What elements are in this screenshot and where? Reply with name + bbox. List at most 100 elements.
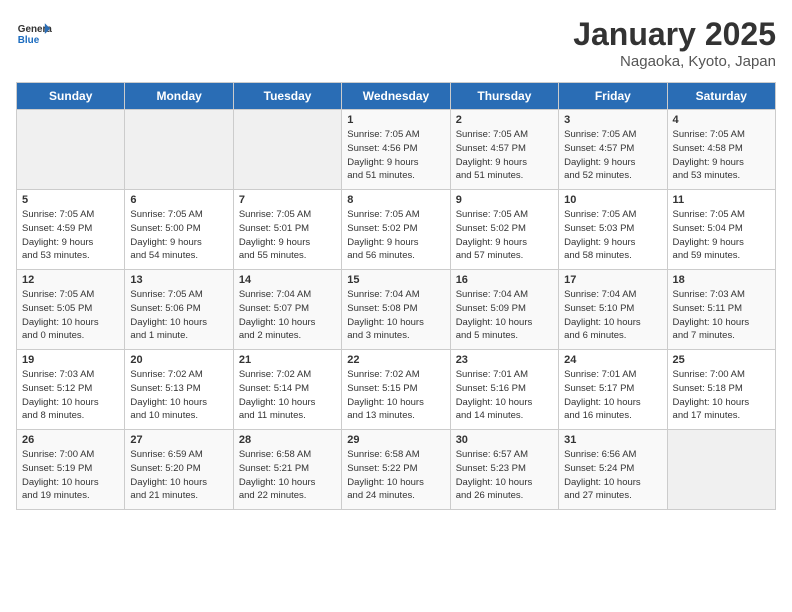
- day-info: Sunrise: 7:05 AM Sunset: 5:02 PM Dayligh…: [456, 208, 553, 263]
- calendar-title: January 2025: [573, 16, 776, 53]
- day-number: 16: [456, 274, 553, 286]
- day-number: 7: [239, 194, 336, 206]
- day-info: Sunrise: 6:58 AM Sunset: 5:21 PM Dayligh…: [239, 448, 336, 503]
- calendar-day-cell: 3Sunrise: 7:05 AM Sunset: 4:57 PM Daylig…: [559, 110, 667, 190]
- day-info: Sunrise: 6:58 AM Sunset: 5:22 PM Dayligh…: [347, 448, 444, 503]
- calendar-day-cell: 16 Sunrise: 7:04 AM Sunset: 5:09 PM Dayli…: [450, 270, 558, 350]
- calendar-day-cell: 9Sunrise: 7:05 AM Sunset: 5:02 PM Daylig…: [450, 190, 558, 270]
- calendar-day-cell: 1Sunrise: 7:05 AM Sunset: 4:56 PM Daylig…: [342, 110, 450, 190]
- calendar-day-cell: 8 Sunrise: 7:05 AM Sunset: 5:02 PM Daylig…: [342, 190, 450, 270]
- title-block: January 2025 Nagaoka, Kyoto, Japan: [573, 16, 776, 70]
- calendar-body: 1Sunrise: 7:05 AM Sunset: 4:56 PM Daylig…: [17, 110, 776, 510]
- calendar-day-cell: 12Sunrise: 7:05 AM Sunset: 5:05 PM Dayli…: [17, 270, 125, 350]
- day-info: Sunrise: 7:05 AM Sunset: 4:57 PM Dayligh…: [456, 128, 553, 183]
- logo-icon: General Blue: [16, 16, 52, 52]
- weekday-header-cell: Sunday: [17, 83, 125, 110]
- calendar-day-cell: 28 Sunrise: 6:58 AM Sunset: 5:21 PM Dayli…: [233, 430, 341, 510]
- calendar-day-cell: 21Sunrise: 7:02 AM Sunset: 5:14 PM Dayli…: [233, 350, 341, 430]
- day-number: 21: [239, 354, 336, 366]
- day-info: Sunrise: 7:05 AM Sunset: 5:00 PM Dayligh…: [130, 208, 227, 263]
- logo: General Blue: [16, 16, 52, 52]
- day-info: Sunrise: 7:03 AM Sunset: 5:12 PM Dayligh…: [22, 368, 119, 423]
- day-number: 29: [347, 434, 444, 446]
- day-number: 11: [673, 194, 770, 206]
- day-info: Sunrise: 6:57 AM Sunset: 5:23 PM Dayligh…: [456, 448, 553, 503]
- day-number: 17: [564, 274, 661, 286]
- calendar-day-cell: 19 Sunrise: 7:03 AM Sunset: 5:12 PM Dayli…: [17, 350, 125, 430]
- day-info: Sunrise: 7:00 AM Sunset: 5:19 PM Dayligh…: [22, 448, 119, 503]
- calendar-day-cell: 14Sunrise: 7:04 AM Sunset: 5:07 PM Dayli…: [233, 270, 341, 350]
- day-info: Sunrise: 6:59 AM Sunset: 5:20 PM Dayligh…: [130, 448, 227, 503]
- day-info: Sunrise: 7:01 AM Sunset: 5:16 PM Dayligh…: [456, 368, 553, 423]
- weekday-header-cell: Thursday: [450, 83, 558, 110]
- day-number: 10: [564, 194, 661, 206]
- day-number: 6: [130, 194, 227, 206]
- day-info: Sunrise: 7:05 AM Sunset: 5:01 PM Dayligh…: [239, 208, 336, 263]
- day-number: 31: [564, 434, 661, 446]
- day-number: 28: [239, 434, 336, 446]
- day-number: 30: [456, 434, 553, 446]
- weekday-header-row: SundayMondayTuesdayWednesdayThursdayFrid…: [17, 83, 776, 110]
- day-info: Sunrise: 7:02 AM Sunset: 5:15 PM Dayligh…: [347, 368, 444, 423]
- calendar-day-cell: 20 Sunrise: 7:02 AM Sunset: 5:13 PM Dayli…: [125, 350, 233, 430]
- weekday-header-cell: Monday: [125, 83, 233, 110]
- calendar-week-row: 26 Sunrise: 7:00 AM Sunset: 5:19 PM Dayli…: [17, 430, 776, 510]
- calendar-day-cell: 11 Sunrise: 7:05 AM Sunset: 5:04 PM Dayli…: [667, 190, 775, 270]
- day-number: 19: [22, 354, 119, 366]
- calendar-day-cell: 7 Sunrise: 7:05 AM Sunset: 5:01 PM Daylig…: [233, 190, 341, 270]
- day-info: Sunrise: 7:05 AM Sunset: 4:56 PM Dayligh…: [347, 128, 444, 183]
- day-info: Sunrise: 7:05 AM Sunset: 5:03 PM Dayligh…: [564, 208, 661, 263]
- weekday-header-cell: Tuesday: [233, 83, 341, 110]
- day-info: Sunrise: 6:56 AM Sunset: 5:24 PM Dayligh…: [564, 448, 661, 503]
- day-number: 18: [673, 274, 770, 286]
- calendar-day-cell: 13 Sunrise: 7:05 AM Sunset: 5:06 PM Dayli…: [125, 270, 233, 350]
- page-header: General Blue January 2025 Nagaoka, Kyoto…: [16, 16, 776, 70]
- day-number: 25: [673, 354, 770, 366]
- day-info: Sunrise: 7:05 AM Sunset: 5:02 PM Dayligh…: [347, 208, 444, 263]
- svg-text:Blue: Blue: [18, 35, 40, 46]
- calendar-week-row: 1Sunrise: 7:05 AM Sunset: 4:56 PM Daylig…: [17, 110, 776, 190]
- day-info: Sunrise: 7:05 AM Sunset: 5:04 PM Dayligh…: [673, 208, 770, 263]
- calendar-day-cell: 27Sunrise: 6:59 AM Sunset: 5:20 PM Dayli…: [125, 430, 233, 510]
- day-number: 22: [347, 354, 444, 366]
- calendar-day-cell: 10 Sunrise: 7:05 AM Sunset: 5:03 PM Dayli…: [559, 190, 667, 270]
- day-number: 15: [347, 274, 444, 286]
- day-info: Sunrise: 7:04 AM Sunset: 5:09 PM Dayligh…: [456, 288, 553, 343]
- weekday-header-cell: Wednesday: [342, 83, 450, 110]
- day-number: 8: [347, 194, 444, 206]
- calendar-day-cell: 5Sunrise: 7:05 AM Sunset: 4:59 PM Daylig…: [17, 190, 125, 270]
- calendar-day-cell: 2 Sunrise: 7:05 AM Sunset: 4:57 PM Daylig…: [450, 110, 558, 190]
- calendar-subtitle: Nagaoka, Kyoto, Japan: [573, 53, 776, 70]
- day-number: 26: [22, 434, 119, 446]
- day-info: Sunrise: 7:05 AM Sunset: 5:05 PM Dayligh…: [22, 288, 119, 343]
- calendar-day-cell: 6 Sunrise: 7:05 AM Sunset: 5:00 PM Daylig…: [125, 190, 233, 270]
- day-info: Sunrise: 7:04 AM Sunset: 5:07 PM Dayligh…: [239, 288, 336, 343]
- calendar-day-cell: [17, 110, 125, 190]
- calendar-week-row: 5Sunrise: 7:05 AM Sunset: 4:59 PM Daylig…: [17, 190, 776, 270]
- calendar-day-cell: 26 Sunrise: 7:00 AM Sunset: 5:19 PM Dayli…: [17, 430, 125, 510]
- day-info: Sunrise: 7:03 AM Sunset: 5:11 PM Dayligh…: [673, 288, 770, 343]
- day-info: Sunrise: 7:05 AM Sunset: 4:59 PM Dayligh…: [22, 208, 119, 263]
- calendar-day-cell: 4Sunrise: 7:05 AM Sunset: 4:58 PM Daylig…: [667, 110, 775, 190]
- day-info: Sunrise: 7:04 AM Sunset: 5:08 PM Dayligh…: [347, 288, 444, 343]
- day-number: 20: [130, 354, 227, 366]
- day-info: Sunrise: 7:05 AM Sunset: 4:58 PM Dayligh…: [673, 128, 770, 183]
- calendar-day-cell: [233, 110, 341, 190]
- calendar-day-cell: 29 Sunrise: 6:58 AM Sunset: 5:22 PM Dayli…: [342, 430, 450, 510]
- calendar-week-row: 12Sunrise: 7:05 AM Sunset: 5:05 PM Dayli…: [17, 270, 776, 350]
- day-number: 13: [130, 274, 227, 286]
- calendar-day-cell: 24Sunrise: 7:01 AM Sunset: 5:17 PM Dayli…: [559, 350, 667, 430]
- weekday-header-cell: Friday: [559, 83, 667, 110]
- calendar-day-cell: 22 Sunrise: 7:02 AM Sunset: 5:15 PM Dayli…: [342, 350, 450, 430]
- calendar-day-cell: 31 Sunrise: 6:56 AM Sunset: 5:24 PM Dayli…: [559, 430, 667, 510]
- day-number: 24: [564, 354, 661, 366]
- calendar-header: SundayMondayTuesdayWednesdayThursdayFrid…: [17, 83, 776, 110]
- calendar-week-row: 19 Sunrise: 7:03 AM Sunset: 5:12 PM Dayli…: [17, 350, 776, 430]
- calendar-day-cell: 17Sunrise: 7:04 AM Sunset: 5:10 PM Dayli…: [559, 270, 667, 350]
- day-info: Sunrise: 7:05 AM Sunset: 5:06 PM Dayligh…: [130, 288, 227, 343]
- calendar-day-cell: 25Sunrise: 7:00 AM Sunset: 5:18 PM Dayli…: [667, 350, 775, 430]
- calendar-day-cell: 18 Sunrise: 7:03 AM Sunset: 5:11 PM Dayli…: [667, 270, 775, 350]
- calendar-day-cell: [667, 430, 775, 510]
- day-info: Sunrise: 7:02 AM Sunset: 5:13 PM Dayligh…: [130, 368, 227, 423]
- day-number: 2: [456, 114, 553, 126]
